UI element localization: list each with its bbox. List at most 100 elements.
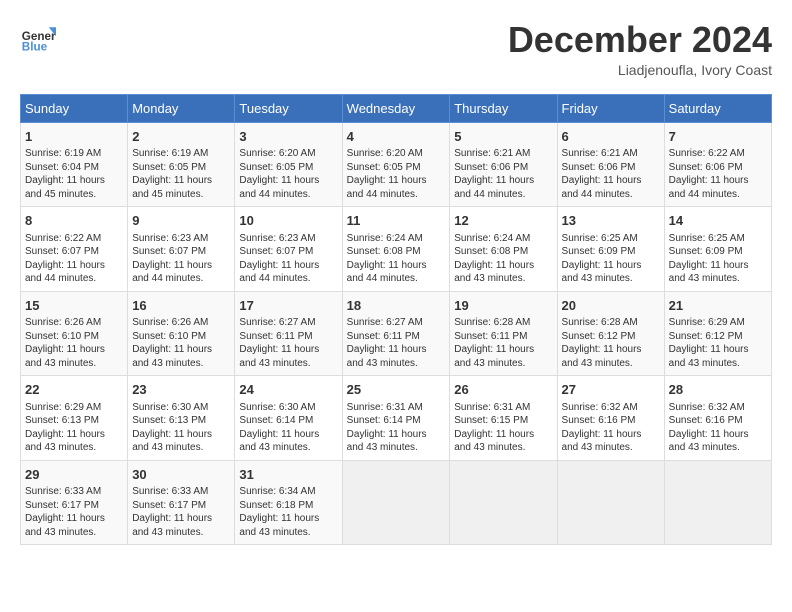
- day-number: 7: [669, 128, 767, 146]
- calendar-cell: 27 Sunrise: 6:32 AM Sunset: 6:16 PM Dayli…: [557, 376, 664, 461]
- calendar-cell: 3Sunrise: 6:20 AM Sunset: 6:05 PM Daylig…: [235, 122, 342, 207]
- calendar-cell: 31Sunrise: 6:34 AM Sunset: 6:18 PM Dayli…: [235, 460, 342, 545]
- day-info: Sunrise: 6:21 AM Sunset: 6:06 PM Dayligh…: [454, 147, 552, 201]
- day-info: Sunrise: 6:22 AM Sunset: 6:06 PM Dayligh…: [669, 147, 767, 201]
- calendar-cell: [342, 460, 450, 545]
- logo-icon: General Blue: [20, 20, 56, 56]
- day-number: 16: [132, 297, 230, 315]
- day-info: Sunrise: 6:28 AM Sunset: 6:11 PM Dayligh…: [454, 316, 552, 370]
- day-number: 30: [132, 466, 230, 484]
- day-info: Sunrise: 6:23 AM Sunset: 6:07 PM Dayligh…: [239, 232, 337, 286]
- day-info: Sunrise: 6:31 AM Sunset: 6:15 PM Dayligh…: [454, 401, 552, 455]
- day-info: Sunrise: 6:29 AM Sunset: 6:13 PM Dayligh…: [25, 401, 123, 455]
- calendar-cell: 17Sunrise: 6:27 AM Sunset: 6:11 PM Dayli…: [235, 291, 342, 376]
- calendar-cell: 14 Sunrise: 6:25 AM Sunset: 6:09 PM Dayli…: [664, 207, 771, 292]
- day-number: 28: [669, 381, 767, 399]
- calendar-week-2: 8Sunrise: 6:22 AM Sunset: 6:07 PM Daylig…: [21, 207, 772, 292]
- day-info: Sunrise: 6:26 AM Sunset: 6:10 PM Dayligh…: [25, 316, 123, 370]
- calendar-cell: 19Sunrise: 6:28 AM Sunset: 6:11 PM Dayli…: [450, 291, 557, 376]
- day-number: 29: [25, 466, 123, 484]
- day-number: 25: [347, 381, 446, 399]
- calendar-cell: 30Sunrise: 6:33 AM Sunset: 6:17 PM Dayli…: [128, 460, 235, 545]
- calendar-cell: 15Sunrise: 6:26 AM Sunset: 6:10 PM Dayli…: [21, 291, 128, 376]
- calendar-table: SundayMondayTuesdayWednesdayThursdayFrid…: [20, 94, 772, 546]
- day-info: Sunrise: 6:23 AM Sunset: 6:07 PM Dayligh…: [132, 232, 230, 286]
- day-number: 27: [562, 381, 660, 399]
- day-number: 11: [347, 212, 446, 230]
- day-info: Sunrise: 6:24 AM Sunset: 6:08 PM Dayligh…: [347, 232, 446, 286]
- day-number: 31: [239, 466, 337, 484]
- calendar-cell: [664, 460, 771, 545]
- day-number: 17: [239, 297, 337, 315]
- day-info: Sunrise: 6:21 AM Sunset: 6:06 PM Dayligh…: [562, 147, 660, 201]
- day-info: Sunrise: 6:27 AM Sunset: 6:11 PM Dayligh…: [347, 316, 446, 370]
- day-info: Sunrise: 6:33 AM Sunset: 6:17 PM Dayligh…: [25, 485, 123, 539]
- month-year: December 2024: [508, 20, 772, 60]
- calendar-cell: 5Sunrise: 6:21 AM Sunset: 6:06 PM Daylig…: [450, 122, 557, 207]
- day-info: Sunrise: 6:22 AM Sunset: 6:07 PM Dayligh…: [25, 232, 123, 286]
- day-header-friday: Friday: [557, 94, 664, 122]
- calendar-cell: 10 Sunrise: 6:23 AM Sunset: 6:07 PM Dayli…: [235, 207, 342, 292]
- calendar-cell: [557, 460, 664, 545]
- calendar-cell: 24 Sunrise: 6:30 AM Sunset: 6:14 PM Dayli…: [235, 376, 342, 461]
- calendar-cell: 11 Sunrise: 6:24 AM Sunset: 6:08 PM Dayli…: [342, 207, 450, 292]
- day-number: 9: [132, 212, 230, 230]
- day-header-sunday: Sunday: [21, 94, 128, 122]
- day-info: Sunrise: 6:32 AM Sunset: 6:16 PM Dayligh…: [562, 401, 660, 455]
- day-info: Sunrise: 6:28 AM Sunset: 6:12 PM Dayligh…: [562, 316, 660, 370]
- calendar-cell: 22 Sunrise: 6:29 AM Sunset: 6:13 PM Dayli…: [21, 376, 128, 461]
- calendar-header-row: SundayMondayTuesdayWednesdayThursdayFrid…: [21, 94, 772, 122]
- day-info: Sunrise: 6:30 AM Sunset: 6:14 PM Dayligh…: [239, 401, 337, 455]
- day-number: 14: [669, 212, 767, 230]
- day-info: Sunrise: 6:25 AM Sunset: 6:09 PM Dayligh…: [562, 232, 660, 286]
- calendar-cell: 21Sunrise: 6:29 AM Sunset: 6:12 PM Dayli…: [664, 291, 771, 376]
- day-number: 18: [347, 297, 446, 315]
- calendar-cell: 9 Sunrise: 6:23 AM Sunset: 6:07 PM Daylig…: [128, 207, 235, 292]
- day-info: Sunrise: 6:19 AM Sunset: 6:05 PM Dayligh…: [132, 147, 230, 201]
- day-number: 1: [25, 128, 123, 146]
- day-info: Sunrise: 6:26 AM Sunset: 6:10 PM Dayligh…: [132, 316, 230, 370]
- day-number: 24: [239, 381, 337, 399]
- day-number: 10: [239, 212, 337, 230]
- day-number: 23: [132, 381, 230, 399]
- day-number: 5: [454, 128, 552, 146]
- day-number: 20: [562, 297, 660, 315]
- day-number: 26: [454, 381, 552, 399]
- day-info: Sunrise: 6:19 AM Sunset: 6:04 PM Dayligh…: [25, 147, 123, 201]
- day-number: 22: [25, 381, 123, 399]
- day-number: 15: [25, 297, 123, 315]
- day-number: 6: [562, 128, 660, 146]
- calendar-cell: 16Sunrise: 6:26 AM Sunset: 6:10 PM Dayli…: [128, 291, 235, 376]
- title-block: December 2024 Liadjenoufla, Ivory Coast: [508, 20, 772, 78]
- day-info: Sunrise: 6:29 AM Sunset: 6:12 PM Dayligh…: [669, 316, 767, 370]
- calendar-week-3: 15Sunrise: 6:26 AM Sunset: 6:10 PM Dayli…: [21, 291, 772, 376]
- day-info: Sunrise: 6:25 AM Sunset: 6:09 PM Dayligh…: [669, 232, 767, 286]
- calendar-cell: 8Sunrise: 6:22 AM Sunset: 6:07 PM Daylig…: [21, 207, 128, 292]
- day-header-tuesday: Tuesday: [235, 94, 342, 122]
- calendar-cell: 4Sunrise: 6:20 AM Sunset: 6:05 PM Daylig…: [342, 122, 450, 207]
- calendar-cell: 26 Sunrise: 6:31 AM Sunset: 6:15 PM Dayli…: [450, 376, 557, 461]
- day-number: 19: [454, 297, 552, 315]
- day-info: Sunrise: 6:31 AM Sunset: 6:14 PM Dayligh…: [347, 401, 446, 455]
- day-header-monday: Monday: [128, 94, 235, 122]
- day-info: Sunrise: 6:20 AM Sunset: 6:05 PM Dayligh…: [347, 147, 446, 201]
- day-number: 2: [132, 128, 230, 146]
- day-number: 21: [669, 297, 767, 315]
- day-info: Sunrise: 6:24 AM Sunset: 6:08 PM Dayligh…: [454, 232, 552, 286]
- calendar-cell: 7Sunrise: 6:22 AM Sunset: 6:06 PM Daylig…: [664, 122, 771, 207]
- calendar-cell: 29Sunrise: 6:33 AM Sunset: 6:17 PM Dayli…: [21, 460, 128, 545]
- calendar-cell: 25 Sunrise: 6:31 AM Sunset: 6:14 PM Dayli…: [342, 376, 450, 461]
- calendar-week-4: 22 Sunrise: 6:29 AM Sunset: 6:13 PM Dayli…: [21, 376, 772, 461]
- day-info: Sunrise: 6:30 AM Sunset: 6:13 PM Dayligh…: [132, 401, 230, 455]
- calendar-cell: 20Sunrise: 6:28 AM Sunset: 6:12 PM Dayli…: [557, 291, 664, 376]
- calendar-cell: 12Sunrise: 6:24 AM Sunset: 6:08 PM Dayli…: [450, 207, 557, 292]
- calendar-week-5: 29Sunrise: 6:33 AM Sunset: 6:17 PM Dayli…: [21, 460, 772, 545]
- calendar-cell: [450, 460, 557, 545]
- day-info: Sunrise: 6:34 AM Sunset: 6:18 PM Dayligh…: [239, 485, 337, 539]
- calendar-cell: 28 Sunrise: 6:32 AM Sunset: 6:16 PM Dayli…: [664, 376, 771, 461]
- day-info: Sunrise: 6:32 AM Sunset: 6:16 PM Dayligh…: [669, 401, 767, 455]
- calendar-cell: 13Sunrise: 6:25 AM Sunset: 6:09 PM Dayli…: [557, 207, 664, 292]
- day-number: 3: [239, 128, 337, 146]
- day-header-thursday: Thursday: [450, 94, 557, 122]
- calendar-cell: 23 Sunrise: 6:30 AM Sunset: 6:13 PM Dayli…: [128, 376, 235, 461]
